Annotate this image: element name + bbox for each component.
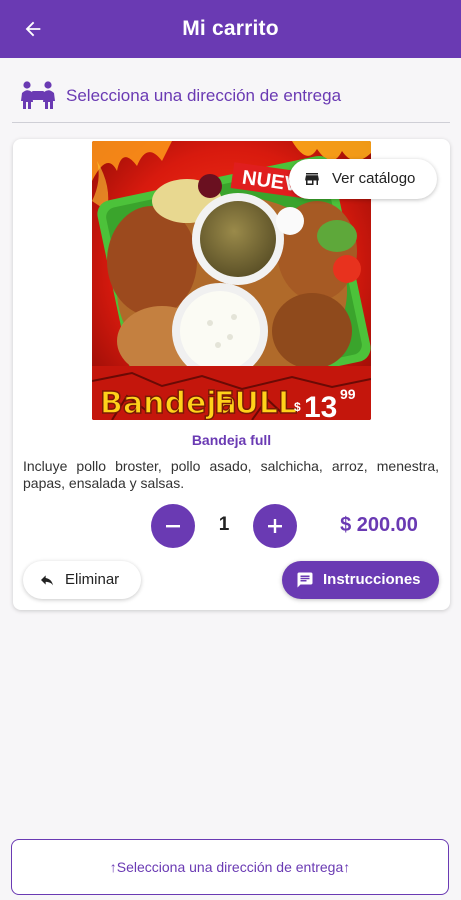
- minus-icon: [166, 525, 180, 528]
- cart-item-card: NUEVO Bandeja FULL $ 13 99 Ver catálogo …: [13, 139, 450, 610]
- app-bar: Mi carrito: [0, 0, 461, 58]
- instructions-button[interactable]: Instrucciones: [282, 561, 439, 599]
- promo-currency: $: [294, 400, 301, 414]
- item-price: $ 200.00: [340, 514, 418, 536]
- increase-quantity-button[interactable]: [253, 504, 297, 548]
- delete-item-button[interactable]: Eliminar: [23, 561, 141, 599]
- product-name: Bandeja full: [191, 432, 272, 448]
- instructions-label: Instrucciones: [323, 571, 421, 588]
- arrow-back-icon: [25, 21, 41, 37]
- message-icon: [297, 572, 313, 588]
- promo-price-main: 13: [304, 391, 337, 420]
- delete-item-label: Eliminar: [65, 571, 120, 588]
- promo-price-cents: 99: [340, 386, 356, 402]
- divider: [12, 122, 450, 123]
- address-selector[interactable]: Selecciona una dirección de entrega: [0, 72, 461, 122]
- decrease-quantity-button[interactable]: [151, 504, 195, 548]
- back-button[interactable]: [20, 16, 46, 42]
- brand-word-full: FULL: [214, 386, 297, 420]
- reply-icon: [41, 575, 53, 586]
- address-prompt: Selecciona una dirección de entrega: [66, 86, 342, 105]
- select-address-label: ↑Selecciona una dirección de entrega↑: [109, 859, 351, 875]
- store-icon: [305, 173, 319, 185]
- quantity-value: 1: [218, 514, 230, 535]
- page-title: Mi carrito: [182, 17, 279, 40]
- view-catalog-label: Ver catálogo: [332, 170, 416, 187]
- plus-icon: [268, 519, 282, 533]
- select-address-button[interactable]: ↑Selecciona una dirección de entrega↑: [11, 839, 449, 895]
- product-description: Incluye pollo broster, pollo asado, salc…: [23, 458, 439, 491]
- view-catalog-button[interactable]: Ver catálogo: [289, 159, 437, 199]
- delivery-people-icon: [21, 81, 55, 109]
